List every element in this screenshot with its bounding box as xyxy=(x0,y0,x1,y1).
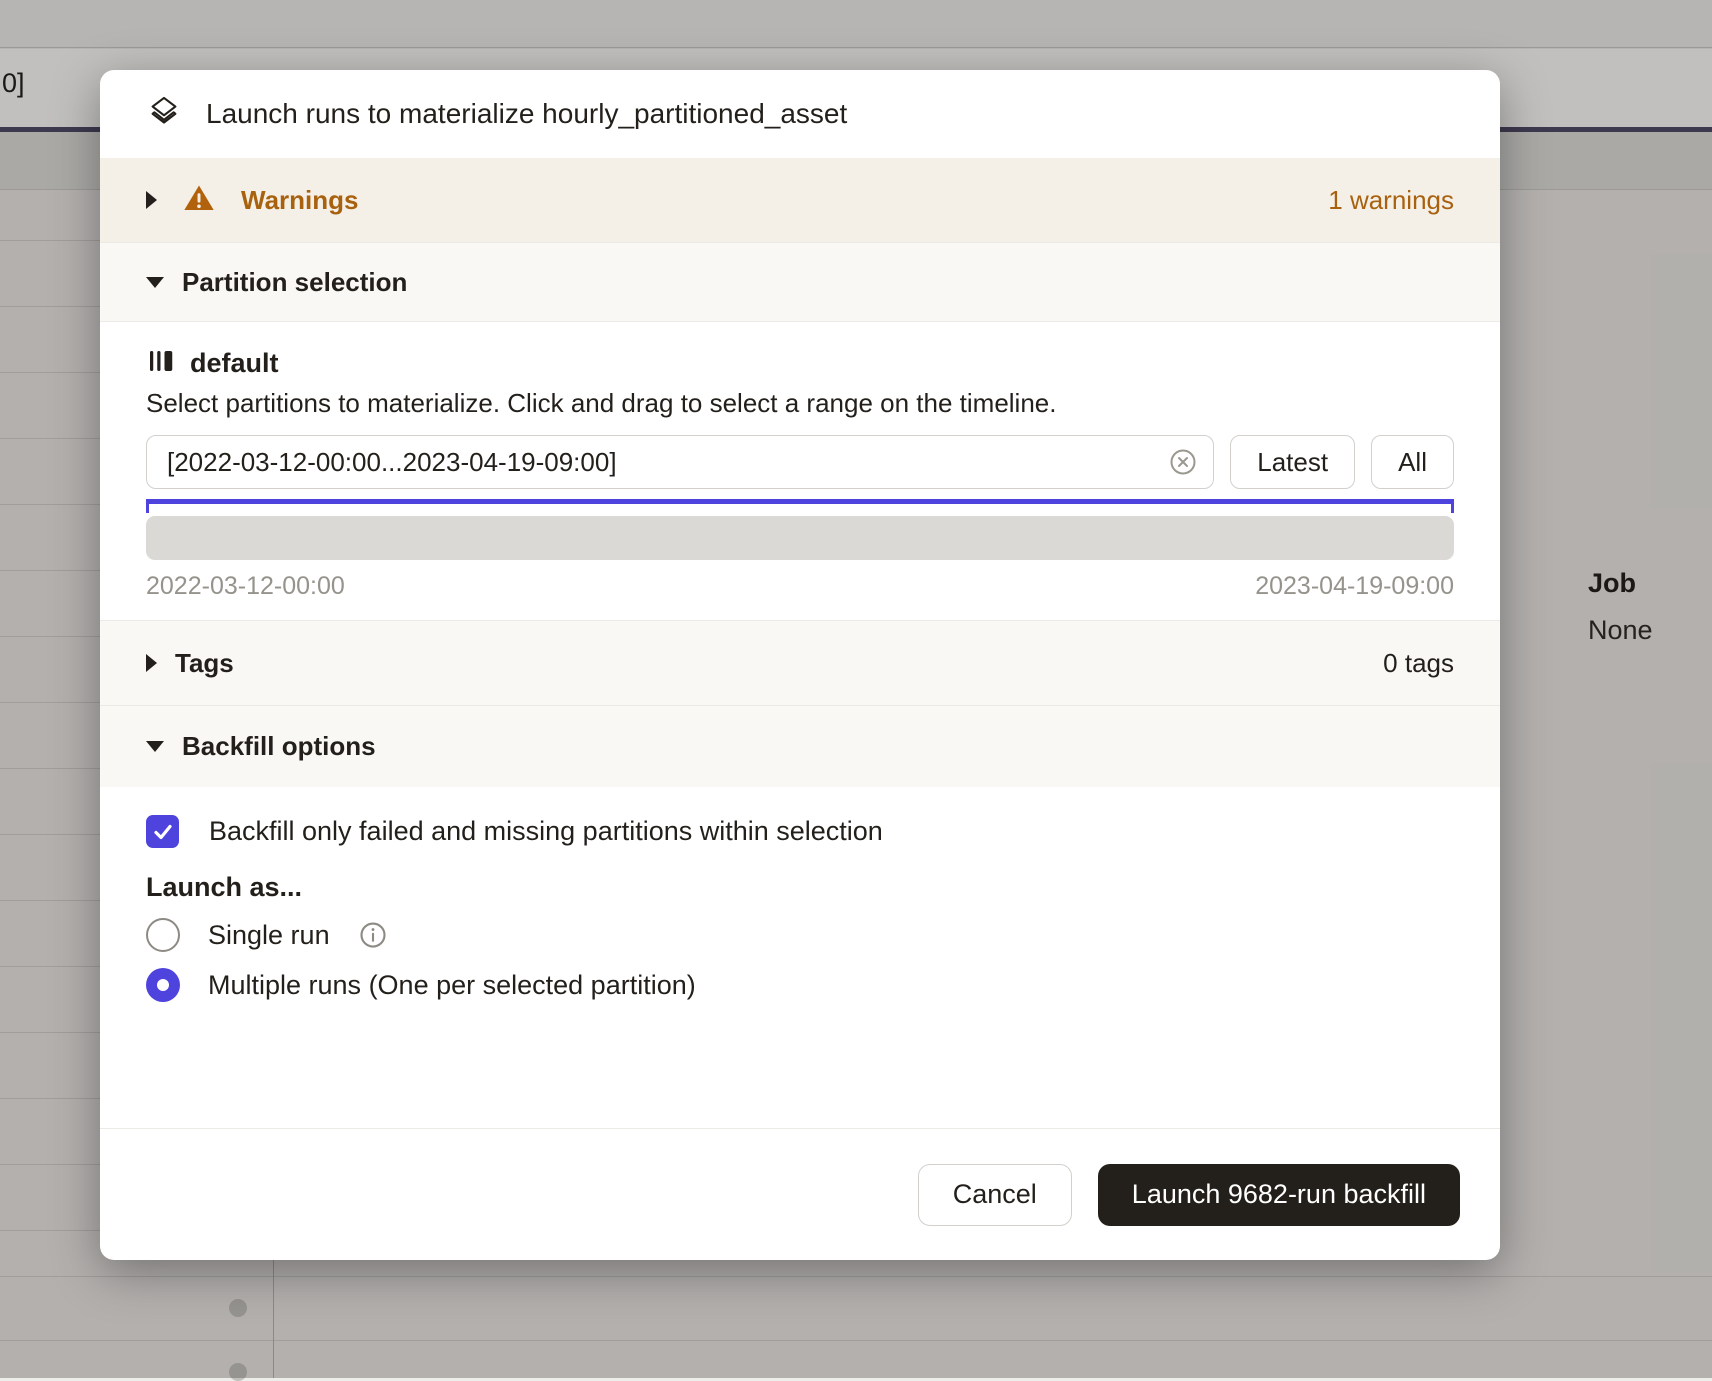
backfill-options-body: Backfill only failed and missing partiti… xyxy=(100,787,1500,1128)
multiple-runs-radio[interactable] xyxy=(146,968,180,1002)
launch-backfill-dialog: Launch runs to materialize hourly_partit… xyxy=(100,70,1500,1260)
warnings-label: Warnings xyxy=(241,185,358,216)
partition-dimension-name: default xyxy=(190,348,279,379)
dialog-footer: Cancel Launch 9682-run backfill xyxy=(100,1128,1500,1260)
partition-timeline[interactable]: 2022-03-12-00:00 2023-04-19-09:00 xyxy=(146,499,1454,601)
dialog-title: Launch runs to materialize hourly_partit… xyxy=(206,98,847,130)
backfill-options-title: Backfill options xyxy=(182,731,376,762)
chevron-down-icon xyxy=(146,741,164,752)
chevron-right-icon xyxy=(146,654,157,672)
backfill-failed-missing-checkbox[interactable] xyxy=(146,815,179,848)
single-run-label: Single run xyxy=(208,920,330,951)
partition-dimension-icon xyxy=(146,346,176,381)
info-icon[interactable] xyxy=(358,920,388,950)
single-run-radio[interactable] xyxy=(146,918,180,952)
partition-range-input[interactable] xyxy=(146,435,1214,489)
range-end-label: 2023-04-19-09:00 xyxy=(1255,572,1454,601)
partition-status-bar[interactable] xyxy=(146,516,1454,560)
dialog-header: Launch runs to materialize hourly_partit… xyxy=(100,70,1500,158)
warning-triangle-icon xyxy=(183,182,215,219)
selected-range-indicator xyxy=(146,499,1454,504)
chevron-down-icon xyxy=(146,277,164,288)
chevron-right-icon xyxy=(146,191,157,209)
multiple-runs-label: Multiple runs (One per selected partitio… xyxy=(208,970,696,1001)
range-start-label: 2022-03-12-00:00 xyxy=(146,572,345,601)
tags-count-badge: 0 tags xyxy=(1383,648,1454,679)
warnings-section-toggle[interactable]: Warnings 1 warnings xyxy=(100,158,1500,242)
tags-section-toggle[interactable]: Tags 0 tags xyxy=(100,620,1500,705)
backfill-checkbox-label: Backfill only failed and missing partiti… xyxy=(209,816,883,847)
asset-layers-icon xyxy=(146,94,182,135)
launch-backfill-button[interactable]: Launch 9682-run backfill xyxy=(1098,1164,1460,1226)
all-button[interactable]: All xyxy=(1371,435,1454,489)
partition-selection-description: Select partitions to materialize. Click … xyxy=(146,388,1454,419)
partition-selection-title: Partition selection xyxy=(182,267,407,298)
launch-as-label: Launch as... xyxy=(146,872,1454,903)
cancel-button[interactable]: Cancel xyxy=(918,1164,1072,1226)
latest-button[interactable]: Latest xyxy=(1230,435,1355,489)
partition-selection-toggle[interactable]: Partition selection xyxy=(100,242,1500,322)
tags-title: Tags xyxy=(175,648,234,679)
clear-selection-icon[interactable] xyxy=(1168,447,1198,477)
warnings-count-badge: 1 warnings xyxy=(1328,185,1454,216)
backfill-options-toggle[interactable]: Backfill options xyxy=(100,705,1500,787)
partition-selection-body: default Select partitions to materialize… xyxy=(100,322,1500,620)
